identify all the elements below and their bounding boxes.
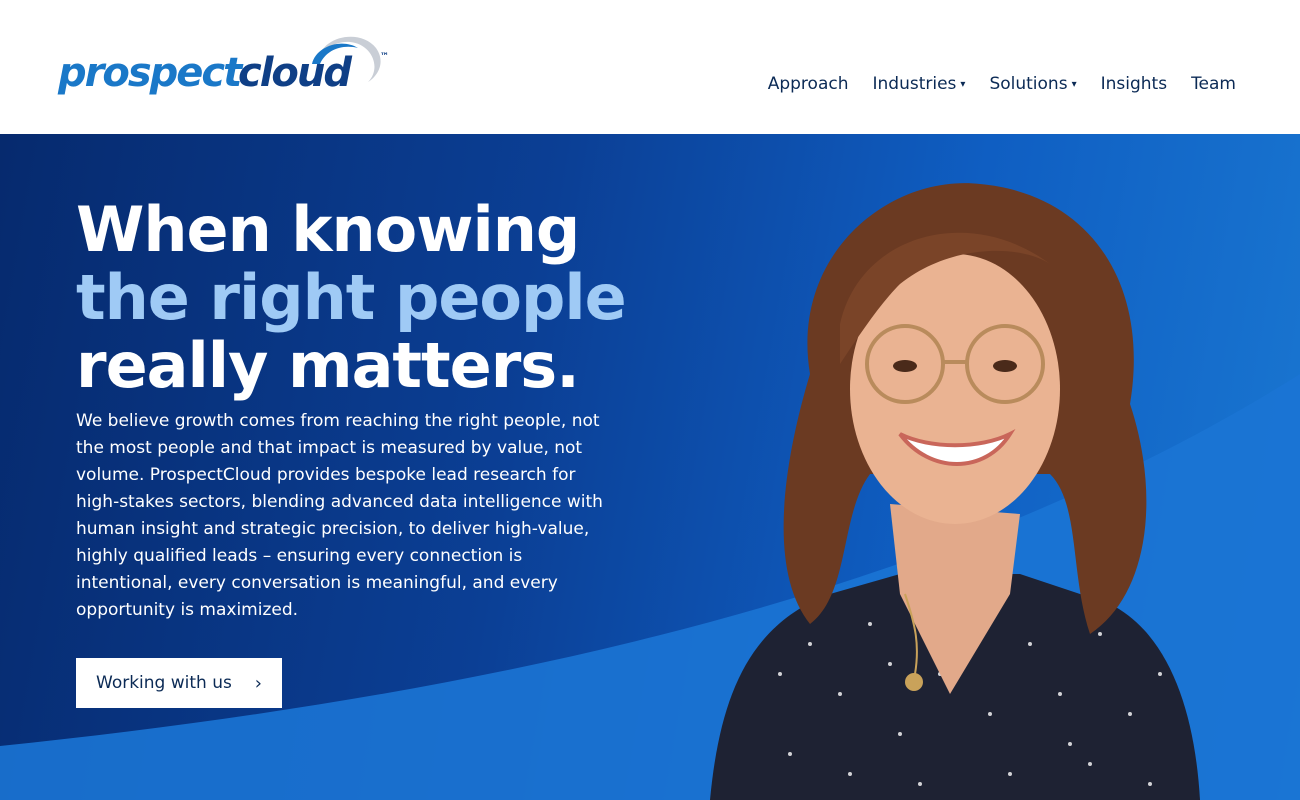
hero-headline: When knowing the right people really mat… <box>76 193 627 402</box>
nav-approach-label: Approach <box>767 74 849 94</box>
headline-line-1: When knowing <box>76 193 580 266</box>
nav-insights-label: Insights <box>1100 74 1168 94</box>
headline-line-3: really matters. <box>76 329 580 402</box>
nav-team-label: Team <box>1191 74 1236 94</box>
hero-description: We believe growth comes from reaching th… <box>76 411 603 620</box>
logo-word-cloud: cloud <box>238 50 352 96</box>
logo-trademark: ™ <box>380 52 389 62</box>
main-nav: Approach Industries ▾ Solutions ▾ Insigh… <box>768 74 1236 94</box>
chevron-right-icon: › <box>254 672 262 694</box>
nav-solutions[interactable]: Solutions ▾ <box>989 74 1076 94</box>
site-header: prospect cloud ™ Approach Industries ▾ S… <box>0 0 1300 134</box>
working-with-us-button[interactable]: Working with us › <box>76 658 282 708</box>
hero-portrait-image <box>710 183 1200 800</box>
caret-down-icon: ▾ <box>960 78 966 90</box>
cta-label: Working with us <box>96 673 232 693</box>
prospectcloud-logo[interactable]: prospect cloud ™ <box>58 24 398 104</box>
logo-word-prospect: prospect <box>58 50 242 96</box>
caret-down-icon: ▾ <box>1071 78 1077 90</box>
headline-line-2: the right people <box>76 261 627 334</box>
nav-approach[interactable]: Approach <box>768 74 849 94</box>
nav-insights[interactable]: Insights <box>1101 74 1167 94</box>
nav-industries[interactable]: Industries ▾ <box>873 74 966 94</box>
nav-industries-label: Industries <box>872 74 957 94</box>
nav-solutions-label: Solutions <box>989 74 1068 94</box>
hero-section: When knowing the right people really mat… <box>0 134 1300 800</box>
nav-team[interactable]: Team <box>1191 74 1236 94</box>
